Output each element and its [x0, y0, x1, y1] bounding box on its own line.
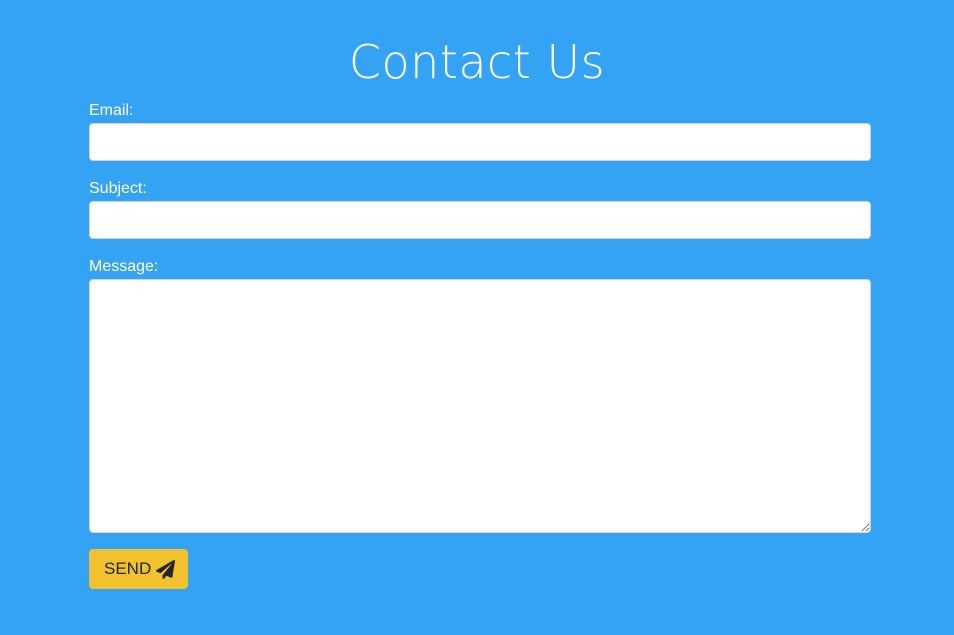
send-button-label: SEND [104, 559, 152, 578]
message-field[interactable] [89, 279, 871, 533]
page-title: Contact Us [348, 35, 606, 89]
email-field[interactable] [89, 123, 871, 161]
contact-form: Email: Subject: Message: [89, 100, 871, 533]
paper-plane-icon [156, 559, 176, 579]
subject-field[interactable] [89, 201, 871, 239]
email-label: Email: [89, 102, 134, 119]
subject-group: Subject: [89, 178, 871, 256]
subject-label: Subject: [89, 180, 147, 197]
message-group: Message: [89, 256, 871, 533]
send-button[interactable]: SEND [89, 549, 188, 589]
email-group: Email: [89, 100, 871, 178]
message-label: Message: [89, 258, 159, 275]
